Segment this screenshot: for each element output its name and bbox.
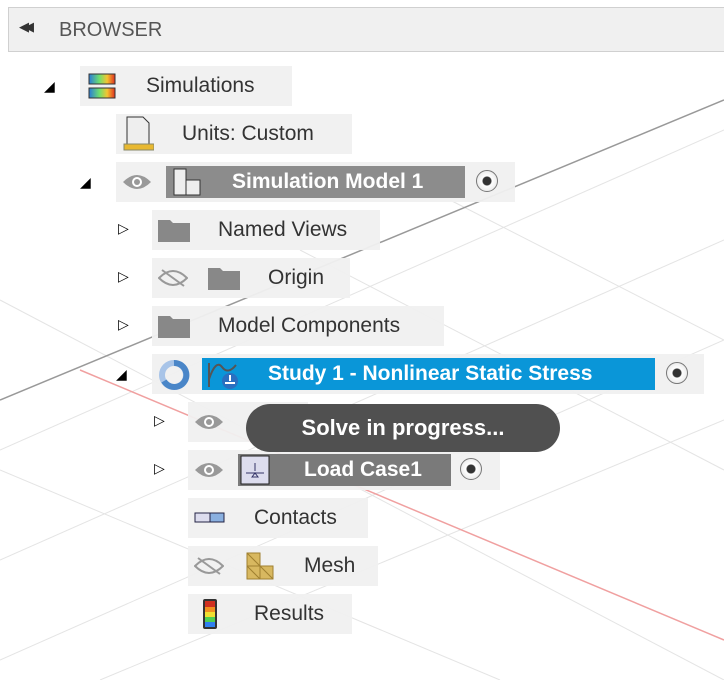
tree-item-mesh[interactable]: Mesh <box>188 546 378 586</box>
tree-item-named-views[interactable]: Named Views <box>152 210 380 250</box>
browser-title: BROWSER <box>59 19 163 41</box>
progress-ring-icon <box>159 359 190 390</box>
collapsed-triangle-icon[interactable]: ▷ <box>118 268 129 285</box>
collapse-icon[interactable]: ◀◀ <box>19 19 34 35</box>
tree-item-units[interactable]: Units: Custom <box>116 114 352 154</box>
collapsed-triangle-icon[interactable]: ▷ <box>118 316 129 333</box>
tree-item-simulation-model[interactable]: Simulation Model 1 <box>116 162 515 202</box>
browser-header[interactable]: ◀◀ BROWSER <box>8 7 724 52</box>
contacts-icon <box>194 512 225 523</box>
label: Origin <box>268 266 325 289</box>
component-icon <box>173 168 201 196</box>
label: Contacts <box>254 506 337 529</box>
folder-icon <box>208 268 240 290</box>
eye-icon[interactable] <box>194 413 224 431</box>
tree-item-load-case[interactable]: Load Case1 <box>188 450 500 490</box>
tree-item-study[interactable]: Study 1 - Nonlinear Static Stress <box>152 354 704 394</box>
eye-icon[interactable] <box>122 173 152 191</box>
activate-radio[interactable] <box>460 458 482 480</box>
eye-hidden-icon[interactable] <box>194 557 224 575</box>
activate-radio[interactable] <box>476 170 498 192</box>
label: Simulation Model 1 <box>232 170 424 193</box>
results-icon <box>203 599 217 629</box>
label: Load Case1 <box>304 458 422 481</box>
tree-item-contacts[interactable]: Contacts <box>188 498 368 538</box>
label: Simulations <box>146 74 255 97</box>
folder-icon <box>158 220 190 242</box>
tree-item-simulations[interactable]: Simulations <box>80 66 292 106</box>
tree-item-model-components[interactable]: Model Components <box>152 306 444 346</box>
label: Mesh <box>304 554 356 577</box>
folder-icon <box>158 316 190 338</box>
eye-hidden-icon[interactable] <box>158 269 188 287</box>
eye-icon[interactable] <box>194 461 224 479</box>
label: Results <box>254 602 325 625</box>
label: Model Components <box>218 314 401 337</box>
mesh-icon <box>246 552 274 580</box>
study-icon <box>208 363 238 389</box>
collapsed-triangle-icon[interactable]: ▷ <box>154 412 165 429</box>
units-icon <box>123 116 154 151</box>
label: Study 1 - Nonlinear Static Stress <box>268 362 593 385</box>
label: Named Views <box>218 218 348 241</box>
tree-item-origin[interactable]: Origin <box>152 258 350 298</box>
selected-label-box: Simulation Model 1 <box>166 166 465 198</box>
simulations-icon <box>88 73 116 99</box>
solve-progress-tooltip: Solve in progress... <box>246 404 560 452</box>
tree-item-results[interactable]: Results <box>188 594 352 634</box>
collapsed-triangle-icon[interactable]: ▷ <box>154 460 165 477</box>
expanded-triangle-icon[interactable]: ◢ <box>116 366 127 383</box>
label: Units: Custom <box>182 122 314 145</box>
selected-label-box: Load Case1 <box>238 454 451 486</box>
expanded-triangle-icon[interactable]: ◢ <box>44 78 55 95</box>
collapsed-triangle-icon[interactable]: ▷ <box>118 220 129 237</box>
activate-radio[interactable] <box>666 362 688 384</box>
load-case-icon <box>240 455 270 485</box>
selected-label-box: Study 1 - Nonlinear Static Stress <box>202 358 655 390</box>
expanded-triangle-icon[interactable]: ◢ <box>80 174 91 191</box>
